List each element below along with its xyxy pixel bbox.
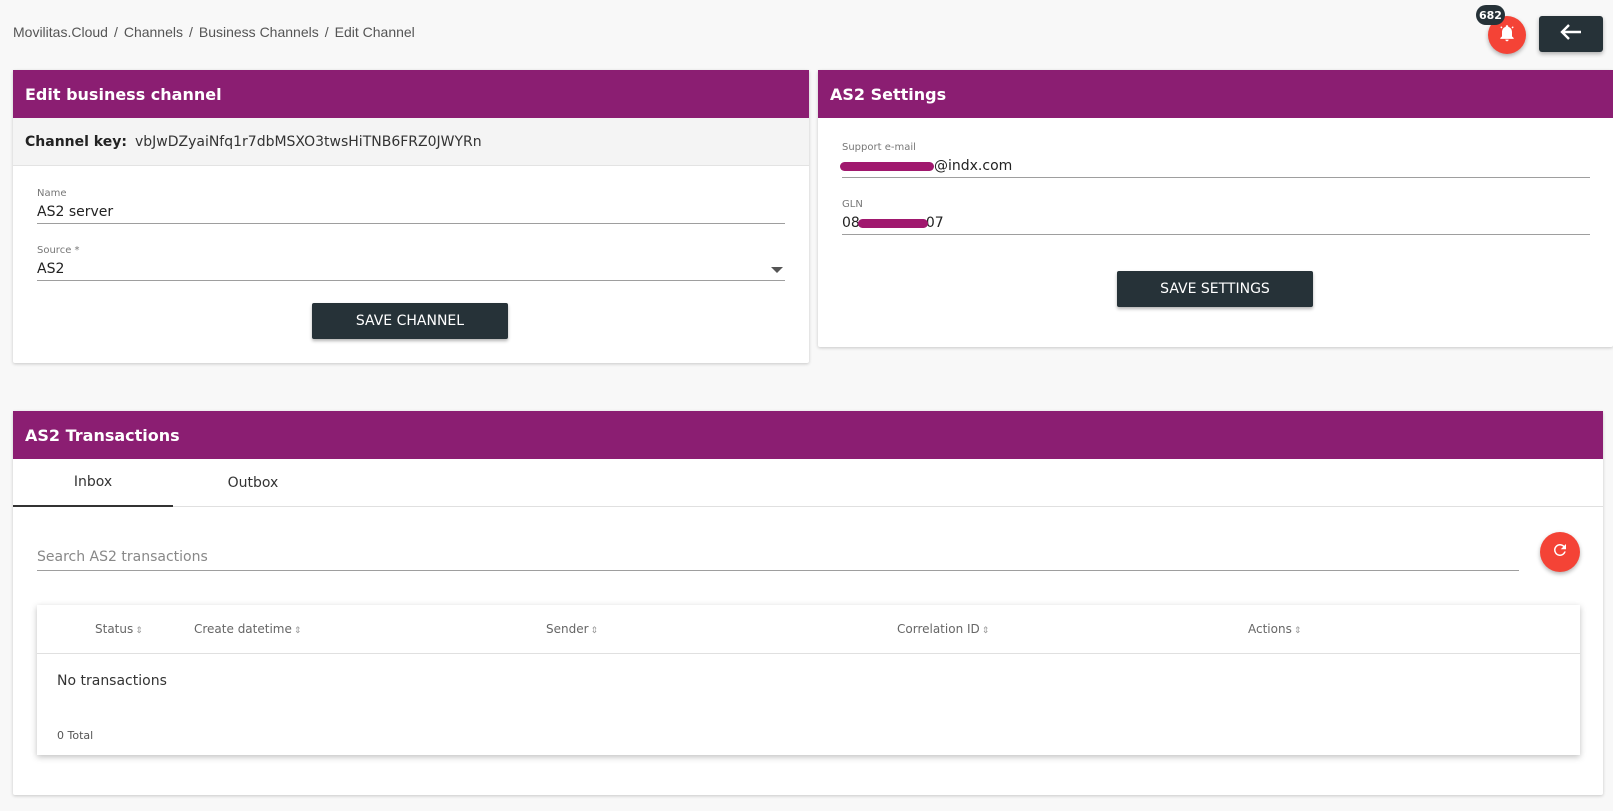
channel-key-value: vbJwDZyaiNfq1r7dbMSXO3twsHiTNB6FRZ0JWYRn [134,133,482,150]
breadcrumb-item-home[interactable]: Movilitas.Cloud [13,24,108,40]
sort-icon: ⇕ [1293,626,1302,636]
channel-key-label: Channel key: [25,133,127,150]
sort-icon: ⇕ [135,626,143,636]
source-value: AS2 [37,261,65,277]
support-email-label: Support e-mail [842,142,916,153]
column-header-correlation-id[interactable]: Correlation ID ⇕ [897,622,989,636]
support-email-field[interactable]: Support e-mail @indx.com [842,142,1590,178]
source-select[interactable]: Source * AS2 [37,245,785,281]
redaction-mark [858,219,928,228]
refresh-icon [1551,541,1569,563]
column-header-actions[interactable]: Actions ⇕ [1248,622,1301,636]
support-email-input[interactable]: @indx.com [842,156,1590,178]
as2-transactions-title: AS2 Transactions [13,411,1603,459]
as2-settings-title: AS2 Settings [818,70,1613,118]
name-field[interactable]: Name AS2 server [37,188,785,224]
bell-icon [1497,23,1517,47]
chevron-down-icon [771,267,783,273]
tab-inbox[interactable]: Inbox [13,459,173,507]
refresh-button[interactable] [1540,532,1580,572]
total-count: 0 Total [57,729,94,742]
breadcrumb-item-current: Edit Channel [334,24,415,40]
as2-transactions-card: AS2 Transactions Inbox Outbox Search AS2… [13,411,1603,795]
gln-field[interactable]: GLN 08 07 [842,199,1590,235]
transactions-table: Status ⇕ Create datetime ⇕ Sender ⇕ Correla… [37,605,1580,755]
edit-channel-title: Edit business channel [13,70,809,118]
arrow-left-icon [1560,24,1582,44]
gln-input[interactable]: 08 07 [842,213,1590,235]
breadcrumb-item-channels[interactable]: Channels [124,24,183,40]
column-header-create-datetime[interactable]: Create datetime ⇕ [194,622,301,636]
back-button[interactable] [1539,16,1603,52]
edit-channel-card: Edit business channel Channel key: vbJwD… [13,70,809,363]
save-channel-button[interactable]: SAVE CHANNEL [312,303,508,339]
column-header-status[interactable]: Status ⇕ [95,622,143,636]
search-input[interactable]: Search AS2 transactions [37,545,1519,571]
save-settings-button[interactable]: SAVE SETTINGS [1117,271,1313,307]
as2-settings-card: AS2 Settings Support e-mail @indx.com GL… [818,70,1613,347]
support-email-value: @indx.com [934,158,1013,174]
breadcrumb-item-business-channels[interactable]: Business Channels [199,24,319,40]
source-label: Source * [37,245,80,256]
name-label: Name [37,188,67,199]
name-input[interactable]: AS2 server [37,202,785,224]
sort-icon: ⇕ [981,626,990,636]
tab-outbox[interactable]: Outbox [173,459,333,507]
table-header: Status ⇕ Create datetime ⇕ Sender ⇕ Correla… [37,605,1580,654]
empty-state-message: No transactions [57,673,167,689]
channel-key-row: Channel key: vbJwDZyaiNfq1r7dbMSXO3twsHi… [13,118,809,166]
column-header-sender[interactable]: Sender ⇕ [546,622,598,636]
sort-icon: ⇕ [590,626,599,636]
sort-icon: ⇕ [293,626,302,636]
breadcrumb: Movilitas.Cloud / Channels / Business Channe… [13,24,415,40]
source-select-value[interactable]: AS2 [37,259,785,281]
transactions-tabs: Inbox Outbox [13,459,1603,507]
gln-label: GLN [842,199,863,210]
notification-count-badge: 682 [1476,5,1505,25]
gln-suffix: 07 [925,215,944,231]
redaction-mark [840,162,934,171]
